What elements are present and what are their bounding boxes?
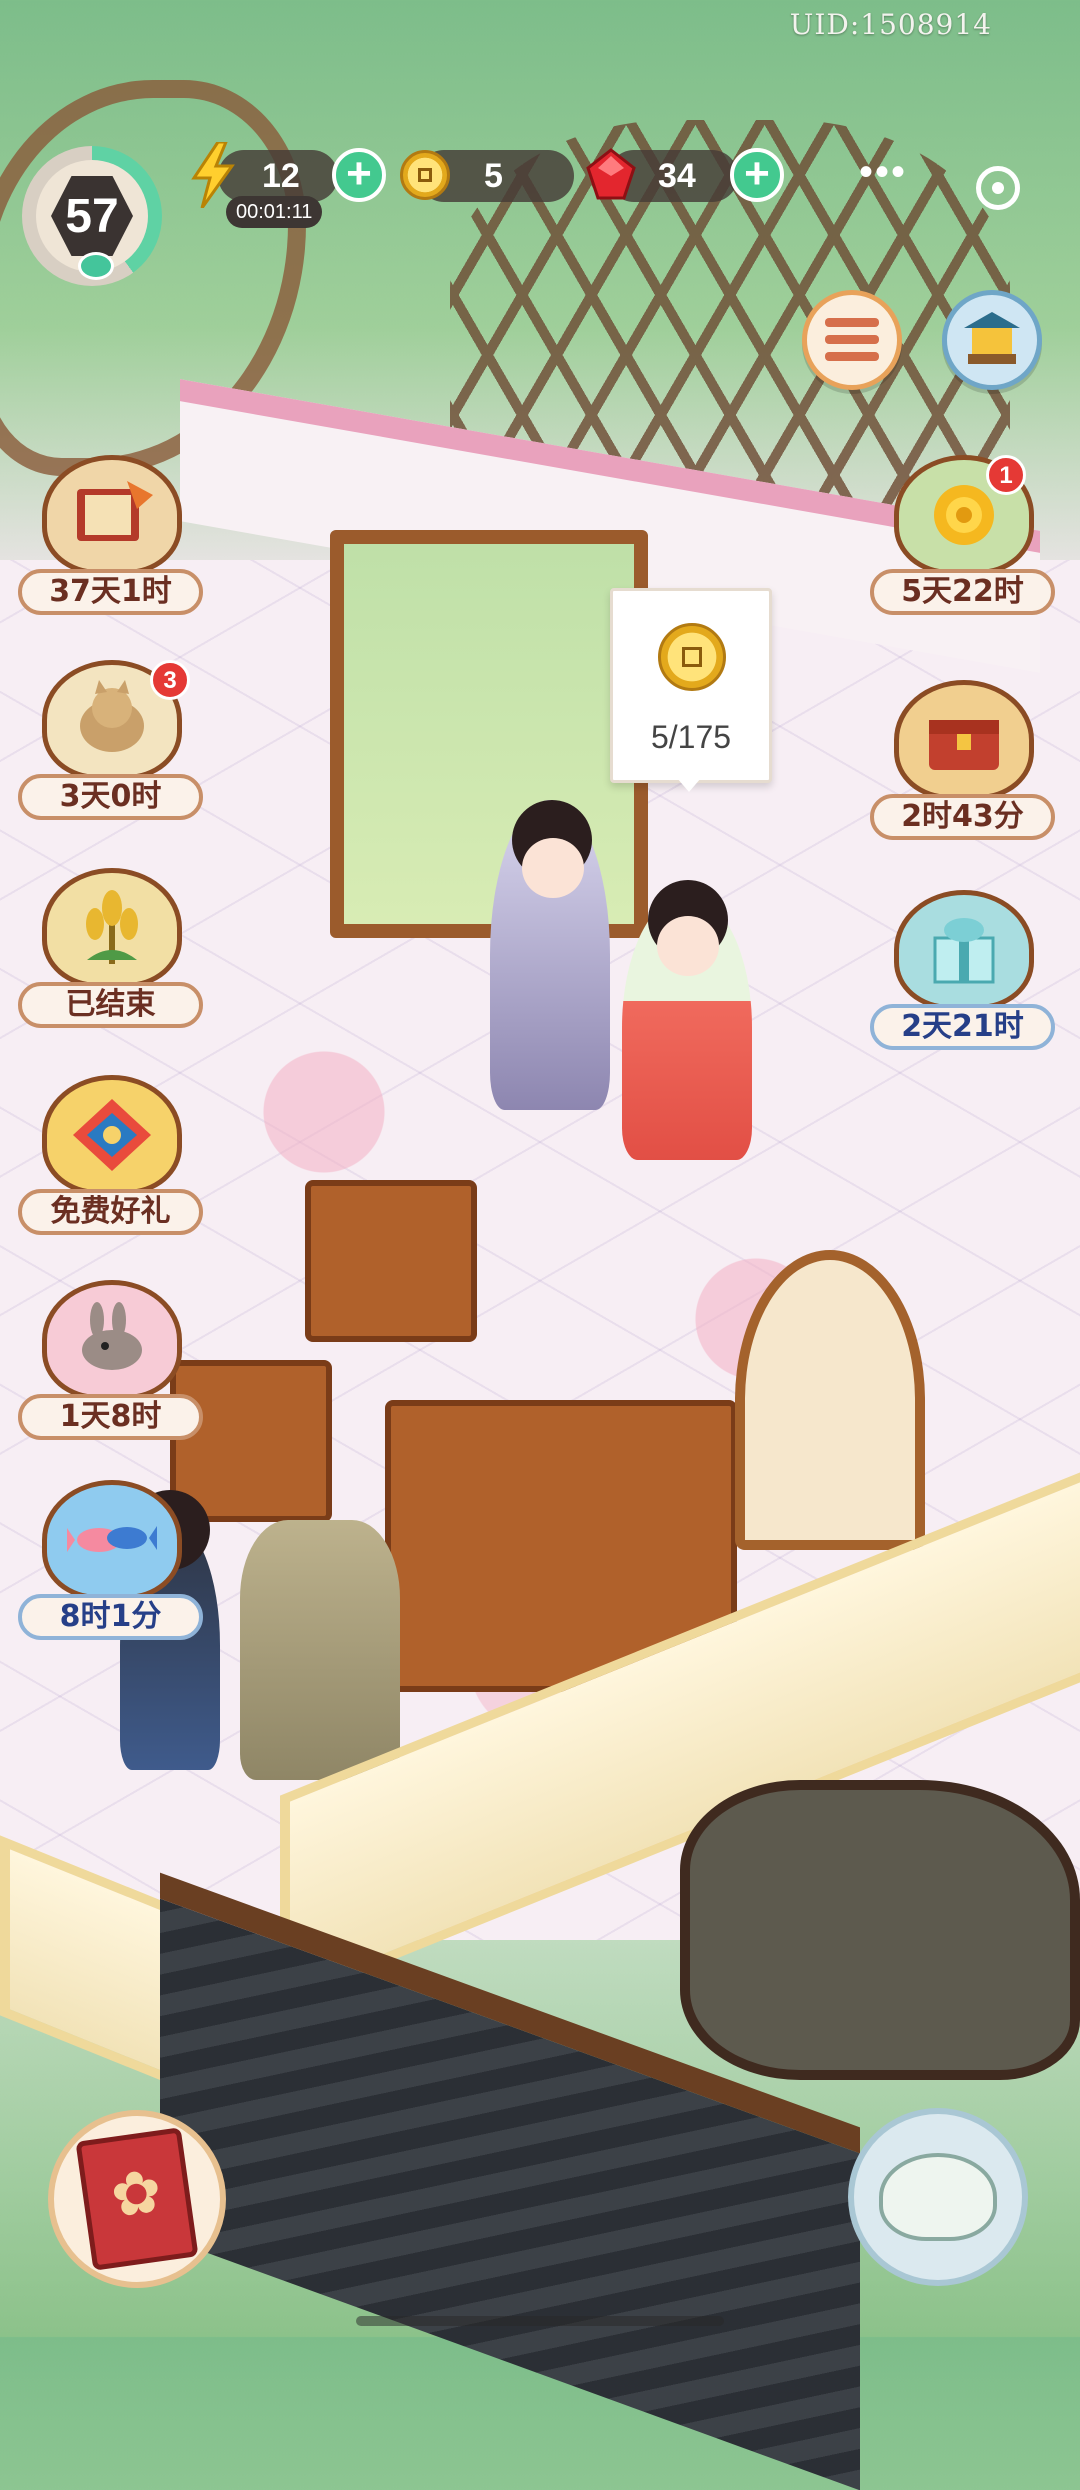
ruby-icon [586, 148, 636, 200]
notification-badge: 3 [150, 660, 190, 700]
event-label: 5天22时 [870, 569, 1055, 615]
energy-counter: 12 [218, 150, 338, 202]
close-target-button[interactable] [976, 166, 1020, 210]
coin-icon [658, 623, 726, 691]
treasure-chest-icon [894, 680, 1034, 800]
pavilion-icon [964, 312, 1020, 364]
event-harvest[interactable]: 已结束 [18, 868, 203, 1028]
event-koi[interactable]: 8时1分 [18, 1480, 203, 1640]
teapot-icon [879, 2153, 997, 2241]
lady-in-purple-face [522, 838, 584, 898]
event-label: 2时43分 [870, 794, 1055, 840]
event-label: 37天1时 [18, 569, 203, 615]
autumn-book-icon [42, 455, 182, 575]
lucky-pouch-icon [42, 1075, 182, 1195]
list-icon [825, 318, 879, 362]
scroll-rack[interactable] [305, 1180, 477, 1342]
koi-fish-icon [42, 1480, 182, 1600]
event-label: 1天8时 [18, 1394, 203, 1440]
add-energy-button[interactable]: + [332, 148, 386, 202]
recipe-book-button[interactable]: ✿ [48, 2110, 226, 2288]
event-gift-box[interactable]: 2天21时 [870, 890, 1055, 1050]
coin-value: 5 [484, 156, 503, 195]
level-number: 57 [51, 176, 133, 256]
sachet-display[interactable] [735, 1250, 925, 1550]
rock-bonsai[interactable] [680, 1780, 1080, 2080]
energy-value: 12 [262, 156, 300, 195]
home-indicator[interactable] [356, 2316, 724, 2326]
event-fox-plush[interactable]: 3 3天0时 [18, 660, 203, 820]
event-chrysanthemum[interactable]: 1 5天22时 [870, 455, 1055, 615]
event-autumn-book[interactable]: 37天1时 [18, 455, 203, 615]
add-gems-button[interactable]: + [730, 148, 784, 202]
level-badge-icon [78, 252, 114, 280]
coin-progress-text: 5/175 [650, 719, 732, 755]
event-label: 免费好礼 [18, 1189, 203, 1235]
event-label: 已结束 [18, 982, 203, 1028]
event-free-gift[interactable]: 免费好礼 [18, 1075, 203, 1235]
gift-box-icon [894, 890, 1034, 1010]
event-label: 3天0时 [18, 774, 203, 820]
red-book-icon: ✿ [75, 2127, 199, 2271]
user-id: UID:1508914 [789, 8, 992, 41]
event-rabbit[interactable]: 1天8时 [18, 1280, 203, 1440]
robe-mannequin[interactable] [240, 1520, 400, 1780]
teapot-button[interactable] [848, 2108, 1028, 2286]
event-label: 8时1分 [18, 1594, 203, 1640]
shop-pavilion-button[interactable] [942, 290, 1042, 390]
gem-value: 34 [658, 156, 696, 195]
more-options-button[interactable]: ••• [846, 152, 920, 196]
lightning-icon [191, 142, 235, 208]
player-level[interactable]: 57 [22, 146, 162, 286]
event-treasure-chest[interactable]: 2时43分 [870, 680, 1055, 840]
event-label: 2天21时 [870, 1004, 1055, 1050]
notification-badge: 1 [986, 455, 1026, 495]
lady-in-pink-face [657, 916, 719, 976]
rabbit-icon [42, 1280, 182, 1400]
wheat-icon [42, 868, 182, 988]
task-list-button[interactable] [802, 290, 902, 390]
energy-timer: 00:01:11 [226, 196, 323, 228]
coin-progress-tooltip: 5/175 [610, 588, 772, 792]
coin-icon [400, 150, 450, 200]
